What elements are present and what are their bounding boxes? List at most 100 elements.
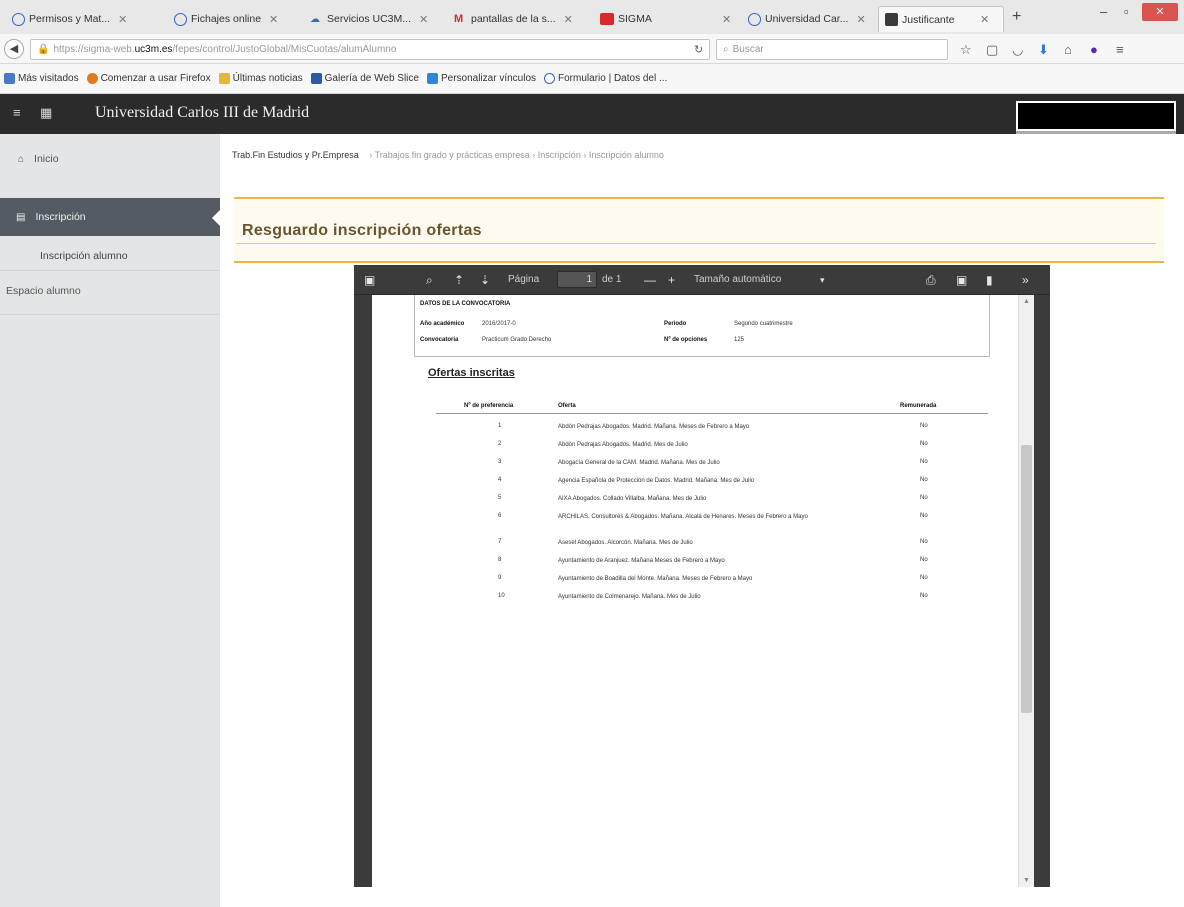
scrollbar-thumb[interactable] xyxy=(1021,445,1032,713)
bookmark-item[interactable]: Últimas noticias xyxy=(218,73,303,84)
url-bar[interactable]: 🔒 https://sigma-web. uc3m.es/fepes/contro… xyxy=(30,39,710,60)
sidebar-item-inscripcion-alumno[interactable]: Inscripción alumno xyxy=(0,242,220,270)
oferta-name: Abdón Pedrajas Abogados. Madrid. Mes de … xyxy=(558,442,688,448)
search-placeholder: Buscar xyxy=(732,44,764,55)
new-tab-button[interactable]: + xyxy=(1012,8,1021,26)
bookmark-item[interactable]: Formulario | Datos del ... xyxy=(544,73,667,84)
breadcrumb-trail[interactable]: › Trabajos fin grado y prácticas empresa… xyxy=(369,150,664,160)
table-row: 8 Ayuntamiento de Aranjuez. Mañana Meses… xyxy=(372,557,1018,575)
scroll-down-arrow-icon[interactable]: ▼ xyxy=(1023,877,1030,884)
preference-number: 8 xyxy=(498,557,502,563)
browser-tab[interactable]: M pantallas de la s... ✕ xyxy=(448,6,590,32)
remunerada-value: No xyxy=(920,513,928,519)
close-tab-icon[interactable]: ✕ xyxy=(980,13,989,26)
remunerada-value: No xyxy=(920,575,928,581)
print-icon[interactable]: ⎙ xyxy=(926,273,936,288)
field-value: Segundo cuatrimestre xyxy=(734,321,793,327)
pocket-icon[interactable]: ◡ xyxy=(1012,42,1023,58)
pdf-scrollbar[interactable]: ▲ ▼ xyxy=(1018,295,1034,887)
preference-number: 4 xyxy=(498,477,502,483)
column-header: Nº de preferencia xyxy=(464,403,514,409)
browser-tab[interactable]: Fichajes online ✕ xyxy=(168,6,300,32)
clipboard-icon[interactable]: ▢ xyxy=(986,42,998,58)
page-number-input[interactable]: 1 xyxy=(557,271,597,288)
sidebar-item-inicio[interactable]: ⌂ Inicio xyxy=(0,146,220,172)
addon-icon[interactable]: ● xyxy=(1090,42,1098,57)
gold-divider xyxy=(234,197,1164,199)
column-header: Oferta xyxy=(558,403,576,409)
download-icon[interactable]: ⬇ xyxy=(1038,42,1049,58)
app-header: ≡ ▦ Universidad Carlos III de Madrid xyxy=(0,94,1184,134)
search-input[interactable]: ⌕ Buscar xyxy=(716,39,948,60)
preference-number: 7 xyxy=(498,539,502,545)
browser-tab[interactable]: ☁ Servicios UC3M... ✕ xyxy=(304,6,444,32)
preference-number: 10 xyxy=(498,593,505,599)
zoom-out-icon[interactable]: — xyxy=(644,273,656,287)
reload-icon[interactable]: ↻ xyxy=(694,43,703,56)
preference-number: 2 xyxy=(498,441,502,447)
url-domain: uc3m.es xyxy=(134,44,173,55)
back-arrow-icon[interactable]: ◀ xyxy=(4,39,24,59)
zoom-select[interactable]: Tamaño automático xyxy=(694,274,781,285)
bookmark-icon[interactable]: ▮ xyxy=(986,273,993,287)
browser-tab[interactable]: Permisos y Mat... ✕ xyxy=(6,6,164,32)
sidebar-toggle-icon[interactable]: ▣ xyxy=(364,273,375,287)
bookmark-label: Formulario | Datos del ... xyxy=(558,73,668,84)
bookmark-icon xyxy=(4,73,15,84)
chevron-down-icon[interactable]: ▾ xyxy=(820,275,825,286)
bookmark-item[interactable]: Comenzar a usar Firefox xyxy=(86,73,211,84)
maximize-icon[interactable]: ▫ xyxy=(1124,4,1129,19)
field-label: Nº de opciones xyxy=(664,337,708,343)
menu-icon[interactable]: ≡ xyxy=(1116,42,1124,57)
window-close-button[interactable]: ✕ xyxy=(1142,3,1178,21)
globe-icon xyxy=(174,12,187,26)
close-tab-icon[interactable]: ✕ xyxy=(419,13,428,26)
bookmark-label: Galería de Web Slice xyxy=(324,73,419,84)
preference-number: 9 xyxy=(498,575,502,581)
field-label: Año académico xyxy=(420,321,465,327)
close-tab-icon[interactable]: ✕ xyxy=(722,13,731,26)
grid-icon[interactable]: ▦ xyxy=(40,105,52,121)
oferta-name: Abogacía General de la CAM. Madrid. Maña… xyxy=(558,460,720,466)
next-page-icon[interactable]: ⇣ xyxy=(480,273,490,287)
home-icon[interactable]: ⌂ xyxy=(1064,42,1072,57)
browser-tab-active[interactable]: Justificante ✕ xyxy=(878,6,1004,32)
list-icon: ▤ xyxy=(16,211,26,223)
close-tab-icon[interactable]: ✕ xyxy=(856,13,865,26)
remunerada-value: No xyxy=(920,539,928,545)
browser-tab-title: Fichajes online xyxy=(191,13,262,25)
close-tab-icon[interactable]: ✕ xyxy=(564,13,573,26)
preference-number: 6 xyxy=(498,513,502,519)
user-box[interactable] xyxy=(1016,101,1176,131)
browser-tab[interactable]: Universidad Car... ✕ xyxy=(742,6,874,32)
download-icon[interactable]: ▣ xyxy=(956,273,967,287)
browser-tab-title: Justificante xyxy=(902,13,955,26)
hamburger-menu-icon[interactable]: ≡ xyxy=(13,105,21,120)
close-tab-icon[interactable]: ✕ xyxy=(118,13,127,26)
column-header: Remunerada xyxy=(900,403,937,409)
star-icon[interactable]: ☆ xyxy=(960,42,972,58)
scroll-up-arrow-icon[interactable]: ▲ xyxy=(1023,298,1030,305)
table-row: 3 Abogacía General de la CAM. Madrid. Ma… xyxy=(372,459,1018,477)
table-row: 6 ARCHILAS. Consultores & Abogados. Maña… xyxy=(372,513,1018,539)
previous-page-icon[interactable]: ⇡ xyxy=(454,273,464,287)
bookmark-item[interactable]: Galería de Web Slice xyxy=(310,73,419,84)
sidebar-item-espacio-alumno[interactable]: Espacio alumno xyxy=(0,280,220,302)
bookmark-item[interactable]: Más visitados xyxy=(4,73,79,84)
close-tab-icon[interactable]: ✕ xyxy=(269,13,278,26)
tools-menu-icon[interactable]: » xyxy=(1022,273,1029,287)
oferta-name: Asesel Abogados. Alcorcón. Mañana. Mes d… xyxy=(558,540,693,546)
sidebar-item-inscripcion[interactable]: ▤ Inscripción xyxy=(0,198,220,236)
remunerada-value: No xyxy=(920,423,928,429)
globe-icon xyxy=(12,12,25,26)
breadcrumb-link[interactable]: Trab.Fin Estudios y Pr.Empresa xyxy=(232,150,359,160)
browser-tab[interactable]: SIGMA ✕ xyxy=(594,6,738,32)
table-row: 2 Abdón Pedrajas Abogados. Madrid. Mes d… xyxy=(372,441,1018,459)
minimize-icon[interactable]: – xyxy=(1100,4,1107,19)
title-underline xyxy=(236,243,1156,244)
search-icon[interactable]: ⌕ xyxy=(426,273,433,288)
bookmark-item[interactable]: Personalizar vínculos xyxy=(426,73,536,84)
zoom-in-icon[interactable]: + xyxy=(668,273,675,287)
firefox-icon xyxy=(86,73,98,84)
pdf-page: DATOS DE LA CONVOCATORIA Año académico 2… xyxy=(372,295,1018,887)
